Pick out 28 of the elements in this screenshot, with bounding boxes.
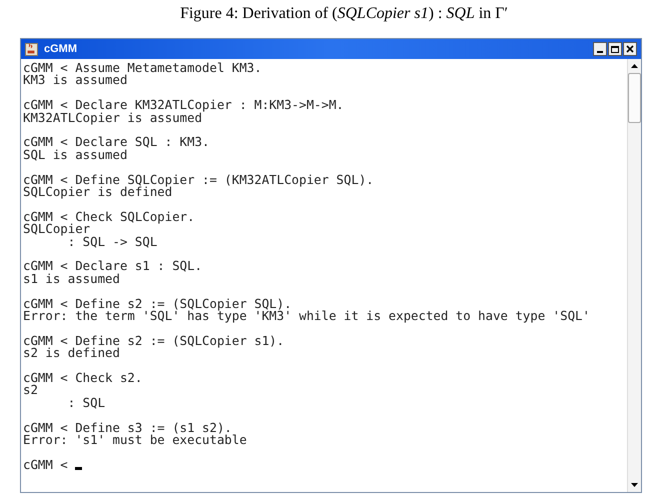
console-line: cGMM < Define SQLCopier := (KM32ATLCopier SQL). [23,172,374,187]
minimize-button[interactable] [593,42,607,56]
close-icon [626,45,634,53]
console-prompt[interactable]: cGMM < [23,458,68,472]
window-title: cGMM [44,42,77,57]
maximize-button[interactable] [608,42,622,56]
console-line: s1 is assumed [23,270,120,286]
figure-caption: Figure 4: Derivation of (SQLCopier s1) : SQL in Γ′ [179,4,508,24]
console-line: cGMM < Define s3 := (s1 s2). [23,420,232,435]
console-line: SQL is assumed [23,146,128,162]
console-line: KM32ATLCopier is assumed [23,110,202,125]
console-line: cGMM < Define s2 := (SQLCopier s1). [23,332,284,348]
scrollbar[interactable] [627,59,641,492]
console-line: : SQL -> SQL [68,234,158,249]
console-line: cGMM < Declare s1 : SQL. [23,258,202,274]
console-line: KM3 is assumed [23,72,128,88]
console-line: cGMM < Assume Metametamodel KM3. [23,60,262,75]
console-line: s2 is defined [23,345,120,360]
close-button[interactable] [623,42,637,56]
scroll-thumb[interactable] [628,73,641,123]
app-icon [25,42,38,56]
console-line: cGMM < Declare KM32ATLCopier : M:KM3->M->M. [23,97,344,112]
console-line: cGMM < Define s2 := (SQLCopier SQL). [23,296,292,311]
console-line: : SQL [66,394,106,410]
console-line: cGMM < Check SQLCopier. [23,208,195,224]
console-line: SQLCopier [23,221,90,236]
text-cursor [74,467,82,470]
console-line: cGMM < Declare SQL : KM3. [23,134,210,150]
